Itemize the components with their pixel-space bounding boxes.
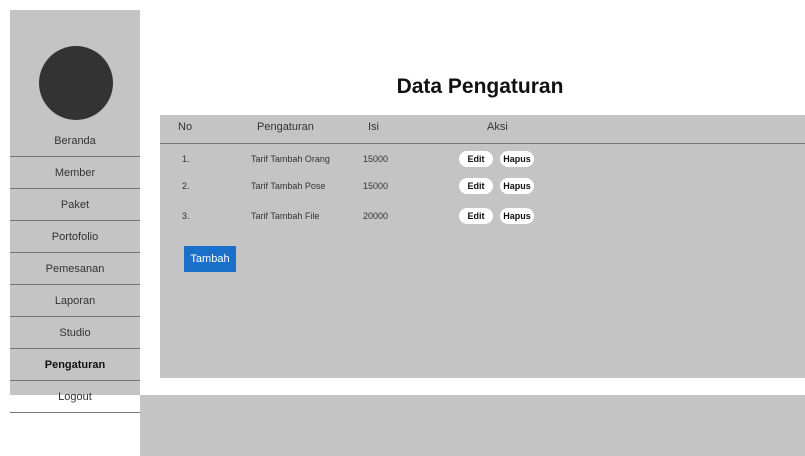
row-number: 1. (182, 154, 190, 164)
sidebar-nav: Beranda Member Paket Portofolio Pemesana… (10, 125, 140, 413)
row-isi: 15000 (363, 181, 389, 191)
sidebar-item-member[interactable]: Member (10, 157, 140, 189)
row-number: 3. (182, 211, 190, 221)
sidebar-item-studio[interactable]: Studio (10, 317, 140, 349)
hapus-button[interactable]: Hapus (500, 151, 534, 167)
table-row: 1. Tarif Tambah Orang 15000 Edit Hapus (160, 150, 805, 170)
sidebar-item-portofolio[interactable]: Portofolio (10, 221, 140, 253)
sidebar-item-pemesanan[interactable]: Pemesanan (10, 253, 140, 285)
row-isi: 20000 (363, 211, 389, 221)
sidebar-item-paket[interactable]: Paket (10, 189, 140, 221)
row-number: 2. (182, 181, 190, 191)
footer (140, 395, 805, 456)
sidebar-item-beranda[interactable]: Beranda (10, 125, 140, 157)
row-pengaturan: Tarif Tambah File (251, 211, 320, 221)
edit-button[interactable]: Edit (459, 208, 493, 224)
settings-table-panel: No Pengaturan Isi Aksi 1. Tarif Tambah O… (160, 115, 805, 378)
hapus-button[interactable]: Hapus (500, 178, 534, 194)
tambah-button[interactable]: Tambah (184, 246, 236, 272)
row-isi: 15000 (363, 154, 389, 164)
table-header: No Pengaturan Isi Aksi (160, 115, 805, 144)
row-pengaturan: Tarif Tambah Orang (251, 154, 330, 164)
sidebar-item-pengaturan[interactable]: Pengaturan (10, 349, 140, 381)
column-header-aksi: Aksi (487, 121, 508, 133)
sidebar-item-logout[interactable]: Logout (10, 381, 140, 413)
hapus-button[interactable]: Hapus (500, 208, 534, 224)
table-row: 2. Tarif Tambah Pose 15000 Edit Hapus (160, 177, 805, 197)
column-header-isi: Isi (368, 121, 379, 133)
column-header-pengaturan: Pengaturan (257, 121, 314, 133)
table-row: 3. Tarif Tambah File 20000 Edit Hapus (160, 207, 805, 227)
edit-button[interactable]: Edit (459, 151, 493, 167)
page-title: Data Pengaturan (396, 75, 564, 98)
edit-button[interactable]: Edit (459, 178, 493, 194)
column-header-no: No (178, 121, 193, 133)
avatar (39, 46, 113, 120)
sidebar-item-laporan[interactable]: Laporan (10, 285, 140, 317)
sidebar: Beranda Member Paket Portofolio Pemesana… (10, 10, 140, 413)
row-pengaturan: Tarif Tambah Pose (251, 181, 326, 191)
